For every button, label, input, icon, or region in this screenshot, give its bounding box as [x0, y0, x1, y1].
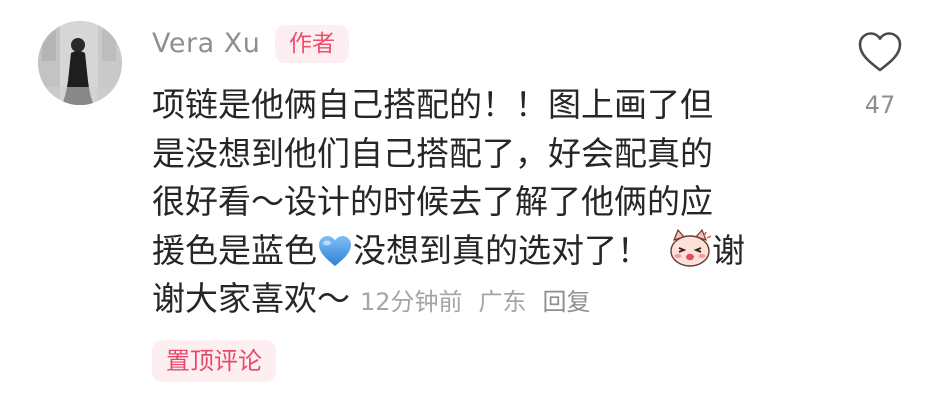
comment-line: 谢大家喜欢～ 12分钟前 广东 回复 — [152, 275, 800, 324]
pinned-comment-badge: 置顶评论 — [152, 340, 276, 382]
reply-button[interactable]: 回复 — [543, 288, 591, 316]
comment-line: 援色是蓝色 没想到真的选对了！ 谢 — [152, 227, 800, 276]
comment-segment: 谢 — [712, 230, 745, 270]
avatar-photo — [38, 21, 122, 105]
heart-outline-icon — [858, 32, 902, 72]
blushing-cat-sticker-icon — [668, 228, 712, 282]
comment-line: 是没想到他们自己搭配了，好会配真的 — [152, 133, 713, 173]
author-name[interactable]: Vera Xu — [152, 24, 260, 64]
blue-heart-icon — [317, 233, 353, 282]
like-count: 47 — [864, 91, 896, 119]
comment-segment: 援色是蓝色 — [152, 230, 317, 270]
like-button[interactable] — [852, 30, 908, 78]
author-badge: 作者 — [275, 25, 349, 63]
comment-timestamp: 12分钟前 — [360, 288, 463, 316]
comment-line: 项链是他俩自己搭配的！！图上画了但 — [152, 85, 713, 124]
avatar[interactable] — [38, 21, 122, 105]
comment-segment: 谢大家喜欢～ — [152, 279, 350, 318]
comment-line: 很好看～设计的时候去了解了他俩的应 — [152, 182, 713, 221]
comment-segment: 没想到真的选对了！ — [353, 230, 650, 270]
comment-text: 项链是他俩自己搭配的！！图上画了但 是没想到他们自己搭配了，好会配真的 很好看～… — [152, 81, 800, 324]
comment-location: 广东 — [478, 288, 527, 316]
